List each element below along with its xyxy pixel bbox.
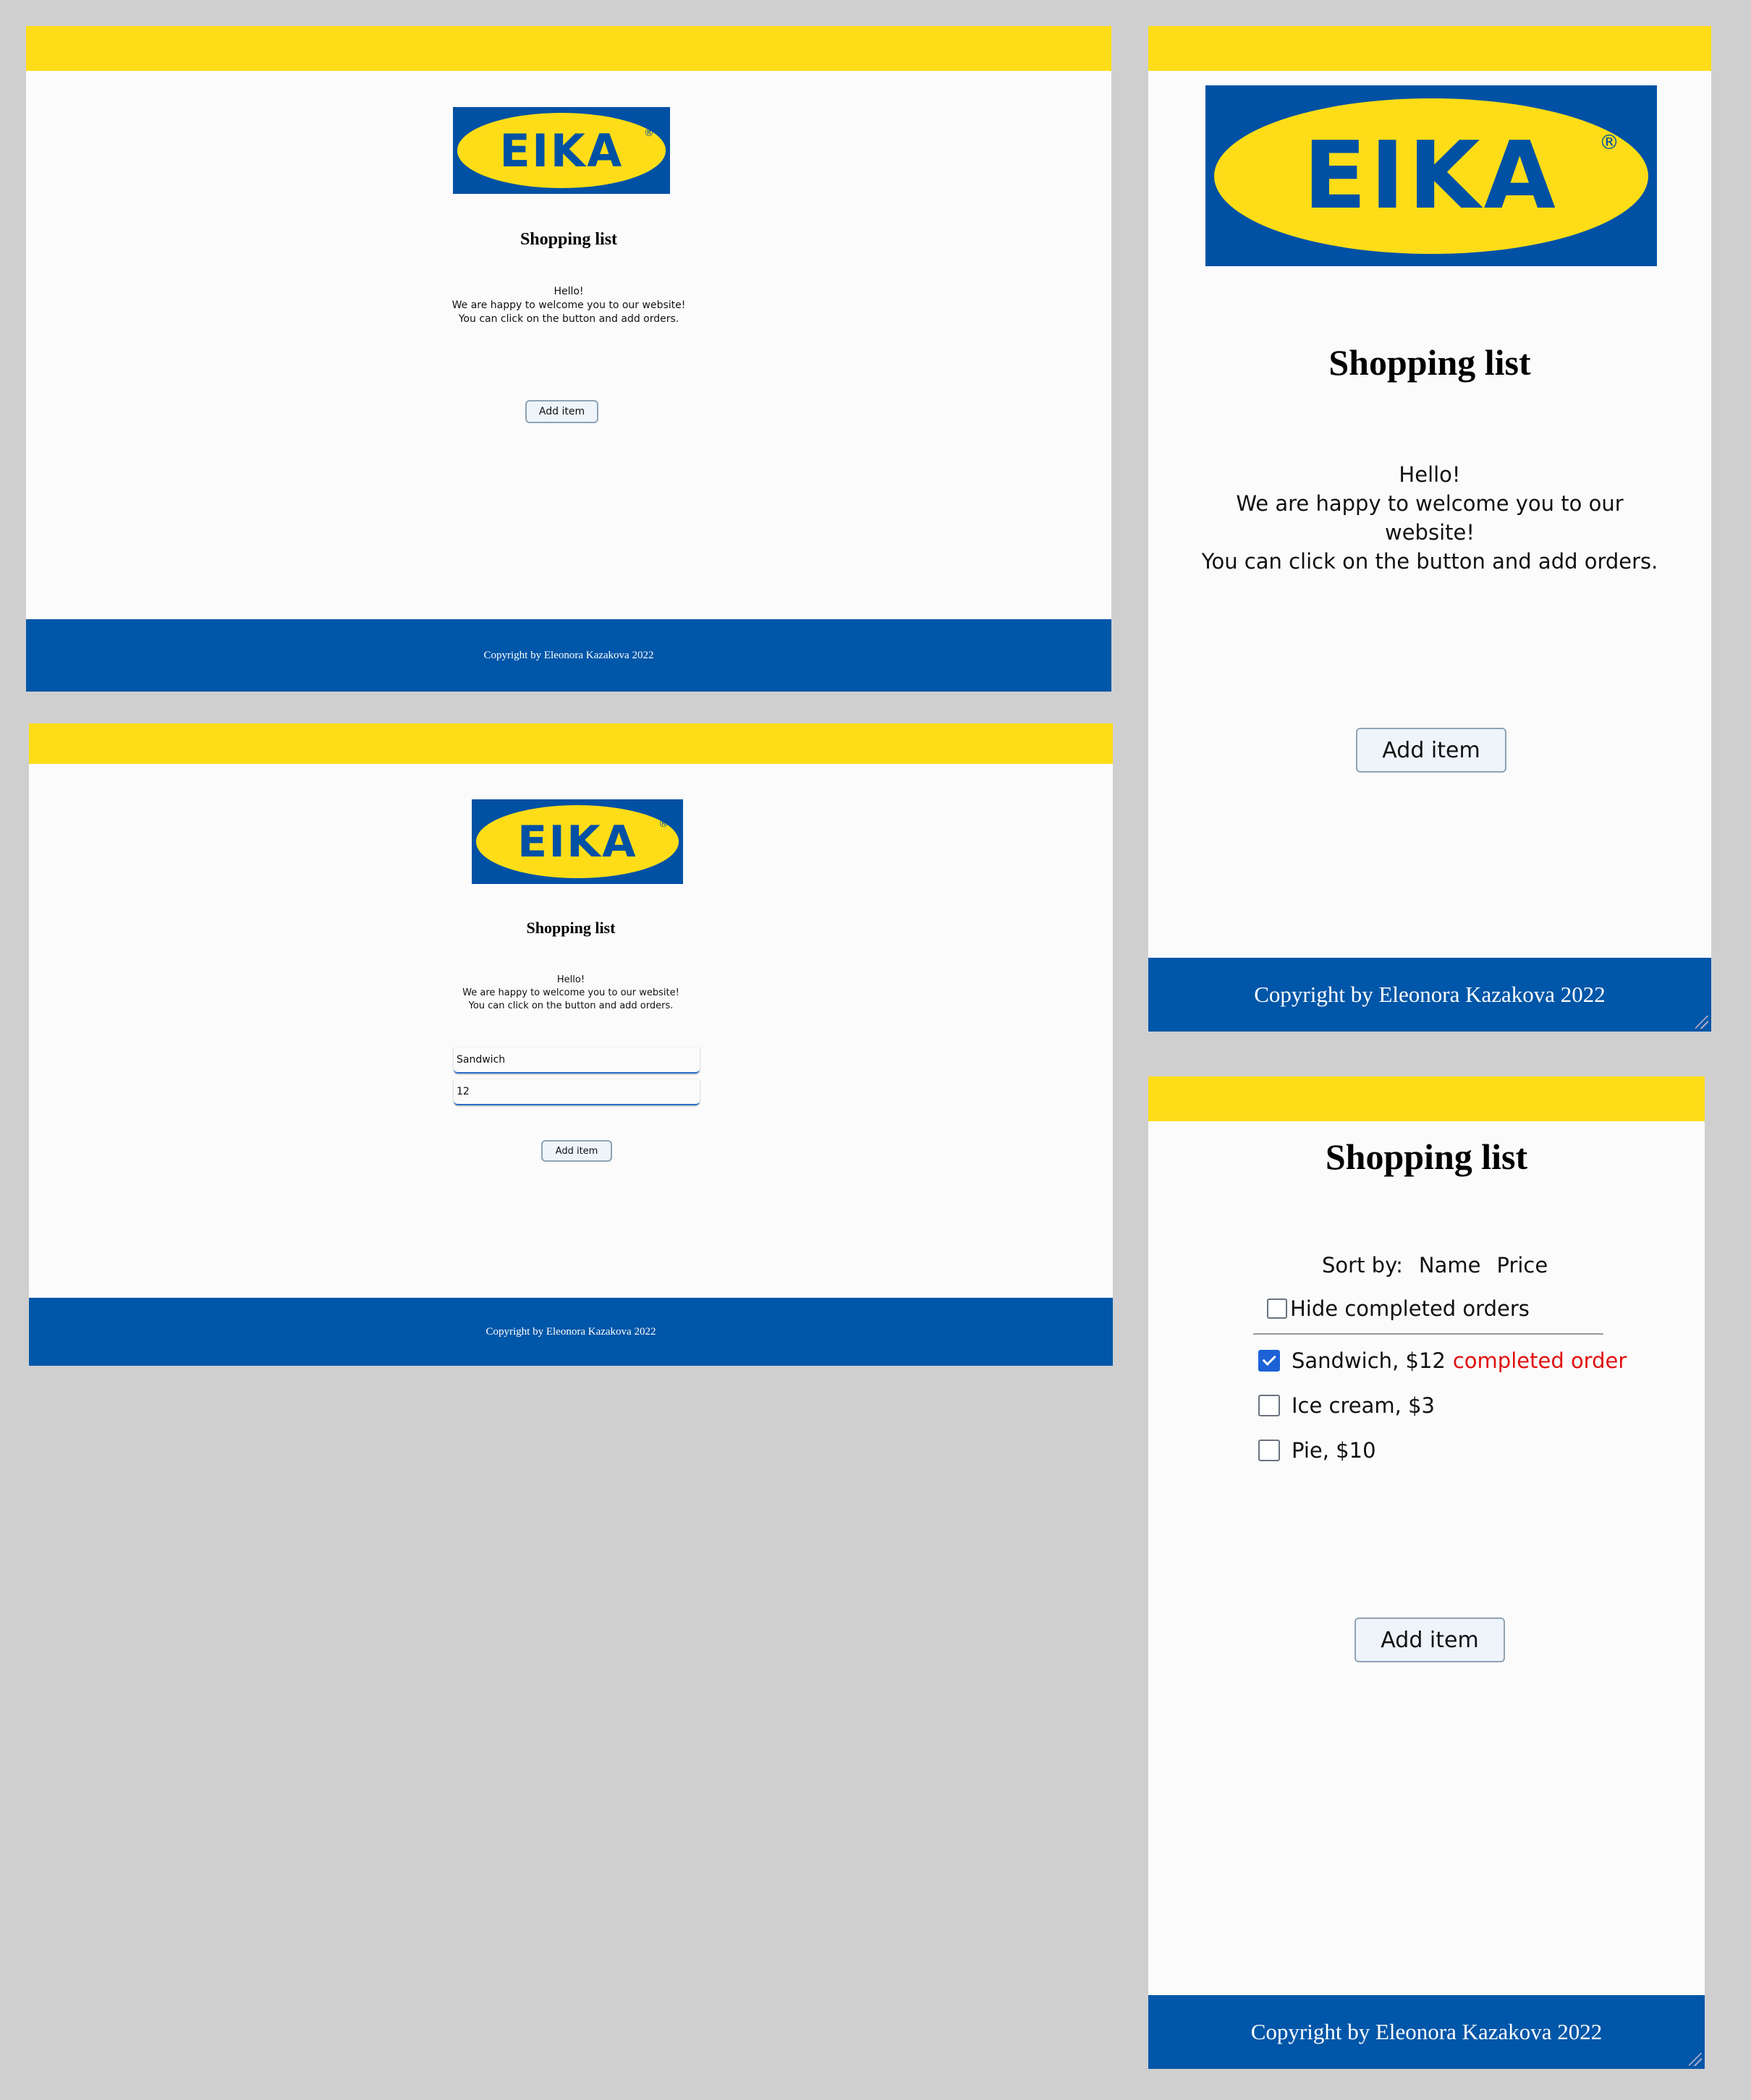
page-title: Shopping list [1328, 342, 1531, 383]
page-title: Shopping list [520, 230, 618, 249]
item-price-input[interactable]: 12 [454, 1079, 700, 1105]
page-title: Shopping list [526, 919, 616, 937]
item-checkbox[interactable] [1258, 1440, 1280, 1461]
list-item[interactable]: Sandwich, $12 completed order [1258, 1348, 1627, 1373]
sort-controls: Sort by: Name Price [1322, 1253, 1548, 1278]
add-item-button[interactable]: Add item [1354, 1617, 1505, 1662]
hide-completed-checkbox[interactable] [1267, 1298, 1287, 1319]
footer: Copyright by Eleonora Kazakova 2022 [1148, 1995, 1705, 2069]
add-item-button[interactable]: Add item [525, 400, 598, 423]
footer: Copyright by Eleonora Kazakova 2022 [26, 619, 1111, 692]
footer: Copyright by Eleonora Kazakova 2022 [29, 1298, 1113, 1366]
top-bar [29, 723, 1113, 764]
item-checkbox[interactable] [1258, 1350, 1280, 1372]
eika-logo: EIKA ® [472, 799, 683, 884]
sort-by-price-link[interactable]: Price [1496, 1253, 1548, 1278]
completed-label: completed order [1452, 1348, 1627, 1373]
item-name-input[interactable]: Sandwich [454, 1047, 700, 1074]
top-bar [1148, 1076, 1705, 1121]
screen-list-mobile: Shopping list Sort by: Name Price Hide c… [1148, 1076, 1705, 2069]
list-item[interactable]: Ice cream, $3 [1258, 1393, 1435, 1418]
add-item-button[interactable]: Add item [541, 1140, 612, 1162]
welcome-message: Hello! We are happy to welcome you to ou… [1201, 462, 1658, 574]
top-bar [26, 26, 1111, 71]
welcome-message: Hello! We are happy to welcome you to ou… [462, 974, 679, 1011]
eika-logo: EIKA ® [453, 107, 670, 194]
add-item-button[interactable]: Add item [1356, 728, 1506, 773]
sort-by-name-link[interactable]: Name [1419, 1253, 1481, 1278]
page-title: Shopping list [1325, 1136, 1528, 1177]
screen-add-form-desktop: EIKA ® Shopping list Hello! We are happy… [29, 723, 1113, 1366]
divider [1253, 1333, 1603, 1335]
screen-welcome-mobile: EIKA ® Shopping list Hello! We are happy… [1148, 26, 1711, 1032]
footer: Copyright by Eleonora Kazakova 2022 [1148, 958, 1711, 1032]
hide-completed-toggle[interactable]: Hide completed orders [1267, 1296, 1530, 1321]
resize-handle[interactable] [1695, 1016, 1708, 1029]
eika-logo: EIKA ® [1205, 85, 1657, 266]
item-checkbox[interactable] [1258, 1395, 1280, 1416]
resize-handle[interactable] [1689, 2053, 1702, 2066]
welcome-message: Hello! We are happy to welcome you to ou… [451, 286, 686, 325]
top-bar [1148, 26, 1711, 71]
list-item[interactable]: Pie, $10 [1258, 1438, 1376, 1463]
screen-welcome-desktop: EIKA ® Shopping list Hello! We are happy… [26, 26, 1111, 692]
